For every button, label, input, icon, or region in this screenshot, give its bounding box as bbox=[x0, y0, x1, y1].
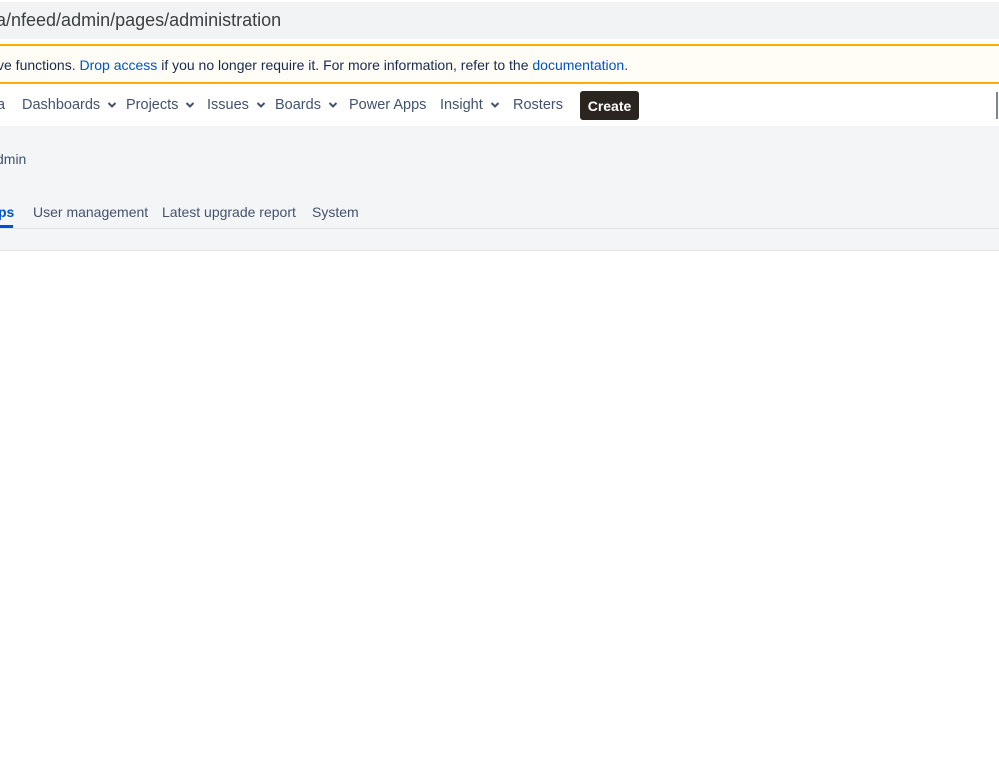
nav-item-boards[interactable]: Boards bbox=[275, 97, 339, 113]
nav-item-label: Rosters bbox=[513, 97, 563, 113]
tab-user-management[interactable]: User management bbox=[33, 204, 148, 220]
chevron-down-icon bbox=[256, 102, 266, 108]
nav-item-insight[interactable]: Insight bbox=[440, 97, 501, 113]
url-text[interactable]: a/nfeed/admin/pages/administration bbox=[0, 10, 281, 31]
top-navigation: a Dashboards Projects Issues Boards Powe… bbox=[0, 86, 999, 126]
nav-item-issues[interactable]: Issues bbox=[207, 97, 267, 113]
drop-access-link[interactable]: Drop access bbox=[80, 57, 158, 73]
page: a/nfeed/admin/pages/administration ve fu… bbox=[0, 0, 999, 781]
nav-item-dashboards[interactable]: Dashboards bbox=[22, 97, 118, 113]
chevron-down-icon bbox=[490, 102, 499, 108]
nav-item-label: Projects bbox=[126, 97, 179, 113]
nav-item-partial[interactable]: a bbox=[0, 97, 5, 113]
page-title: dmin bbox=[0, 151, 27, 167]
nav-item-rosters[interactable]: Rosters bbox=[513, 97, 563, 113]
banner-text-start: ve functions. bbox=[0, 57, 76, 73]
main-content bbox=[0, 251, 999, 781]
banner-message: ve functions. Drop access if you no long… bbox=[0, 57, 628, 73]
banner-text-middle: if you no longer require it. For more in… bbox=[161, 57, 529, 73]
chevron-down-icon bbox=[328, 102, 338, 108]
chevron-down-icon bbox=[186, 102, 195, 108]
tabs-divider bbox=[0, 228, 999, 229]
tab-apps[interactable]: ps bbox=[0, 204, 14, 220]
nav-item-label: Issues bbox=[207, 97, 249, 113]
nav-item-power-apps[interactable]: Power Apps bbox=[349, 97, 426, 113]
chevron-down-icon bbox=[107, 102, 117, 108]
nav-item-projects[interactable]: Projects bbox=[126, 97, 196, 113]
nav-item-label: Boards bbox=[275, 97, 321, 113]
nav-item-label: Power Apps bbox=[349, 97, 427, 113]
nav-item-label: Insight bbox=[440, 97, 483, 113]
tab-latest-upgrade-report[interactable]: Latest upgrade report bbox=[162, 204, 296, 220]
tab-system[interactable]: System bbox=[312, 204, 359, 220]
admin-header: dmin ps User management Latest upgrade r… bbox=[0, 126, 999, 251]
address-bar[interactable]: a/nfeed/admin/pages/administration bbox=[0, 2, 999, 39]
warning-banner: ve functions. Drop access if you no long… bbox=[0, 44, 999, 84]
create-button[interactable]: Create bbox=[580, 91, 639, 120]
banner-text-end: . bbox=[624, 57, 629, 73]
nav-item-label: Dashboards bbox=[22, 97, 101, 113]
documentation-link[interactable]: documentation bbox=[532, 57, 624, 73]
divider bbox=[0, 39, 999, 43]
